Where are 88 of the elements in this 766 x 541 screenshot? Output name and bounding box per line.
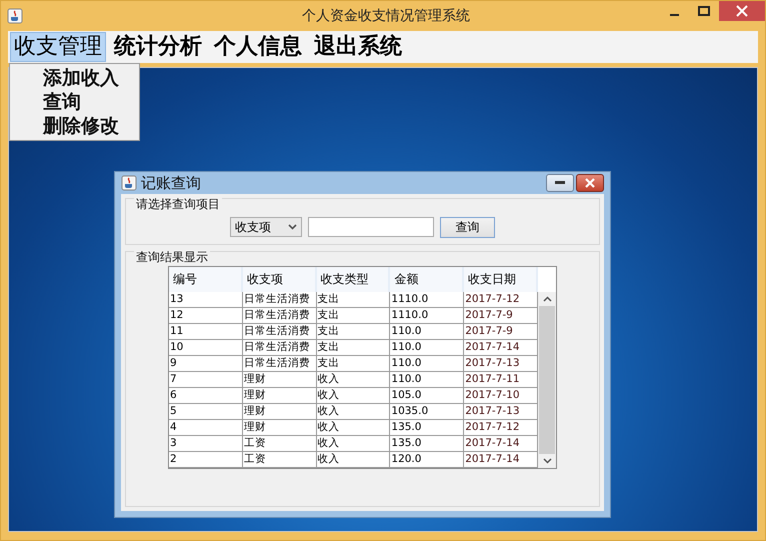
group-title: 请选择查询项目 (134, 196, 222, 213)
table-cell: 2017-7-14 (464, 436, 538, 452)
table-cell: 1035.0 (390, 404, 464, 420)
table-cell: 12 (169, 308, 243, 324)
table-cell: 9 (169, 356, 243, 372)
table-cell: 2017-7-13 (464, 356, 538, 372)
table-cell: 110.0 (390, 372, 464, 388)
table-cell: 1110.0 (390, 292, 464, 308)
table-cell: 理财 (242, 372, 317, 388)
table-cell: 2017-7-9 (464, 308, 538, 324)
table-cell: 日常生活消费 (242, 308, 317, 324)
table-cell: 2017-7-14 (464, 452, 538, 468)
menu-item[interactable]: 个人信息 (210, 32, 306, 62)
table-cell: 1110.0 (390, 308, 464, 324)
close-icon (736, 5, 748, 17)
item-dropdown[interactable]: 收支项 (230, 217, 302, 237)
minimize-icon (555, 181, 565, 185)
search-field[interactable] (308, 217, 434, 237)
minimize-icon (670, 14, 678, 16)
menu-item[interactable]: 删除修改 (43, 114, 139, 138)
menu-item[interactable]: 统计分析 (110, 32, 206, 62)
table-cell: 日常生活消费 (242, 292, 317, 308)
table-cell: 11 (169, 324, 243, 340)
table-cell: 120.0 (390, 452, 464, 468)
dialog-title: 记账查询 (141, 174, 201, 192)
table-cell: 2017-7-12 (464, 292, 538, 308)
table-cell: 4 (169, 420, 243, 436)
table-cell: 135.0 (390, 436, 464, 452)
table-cell: 110.0 (390, 356, 464, 372)
table-cell: 工资 (242, 436, 317, 452)
table-cell: 2017-7-11 (464, 372, 538, 388)
chevron-up-icon (542, 296, 552, 302)
menu-item[interactable]: 收支管理 (10, 32, 106, 62)
table-cell: 110.0 (390, 324, 464, 340)
table-cell: 2017-7-10 (464, 388, 538, 404)
table-cell: 2017-7-12 (464, 420, 538, 436)
table-cell: 2017-7-9 (464, 324, 538, 340)
table-cell: 支出 (316, 324, 390, 340)
table-cell: 理财 (242, 388, 317, 404)
column-header[interactable]: 编号 (169, 267, 243, 292)
table-cell: 10 (169, 340, 243, 356)
close-button[interactable] (719, 1, 765, 21)
menu-item[interactable]: 添加收入 (43, 66, 139, 90)
column-header[interactable]: 收支日期 (464, 267, 538, 292)
table-cell: 理财 (242, 404, 317, 420)
table-cell: 理财 (242, 420, 317, 436)
table-cell: 收入 (316, 420, 390, 436)
maximize-icon (698, 6, 710, 16)
table-cell: 105.0 (390, 388, 464, 404)
window-title: 个人资金收支情况管理系统 (301, 7, 471, 25)
query-button[interactable]: 查询 (440, 217, 495, 238)
table-cell: 收入 (316, 404, 390, 420)
table-cell: 支出 (316, 292, 390, 308)
table-cell: 7 (169, 372, 243, 388)
table-cell: 收入 (316, 388, 390, 404)
close-icon (585, 178, 595, 188)
minimize-button[interactable] (546, 174, 574, 192)
table-cell: 工资 (242, 452, 317, 468)
table-cell: 收入 (316, 452, 390, 468)
table-cell: 135.0 (390, 420, 464, 436)
table-cell: 2017-7-14 (464, 340, 538, 356)
table-cell: 5 (169, 404, 243, 420)
cup-icon (121, 175, 137, 191)
table-cell: 2017-7-13 (464, 404, 538, 420)
table-cell: 收入 (316, 372, 390, 388)
table-cell: 3 (169, 436, 243, 452)
table-cell: 2 (169, 452, 243, 468)
group-title: 查询结果显示 (134, 249, 210, 266)
table-cell: 13 (169, 292, 243, 308)
chevron-down-icon (542, 458, 552, 464)
column-header[interactable]: 收支类型 (316, 267, 390, 292)
table-cell: 6 (169, 388, 243, 404)
column-header[interactable]: 收支项 (242, 267, 317, 292)
chevron-down-icon (288, 224, 297, 230)
menu-item[interactable]: 查询 (43, 90, 139, 114)
table-cell: 日常生活消费 (242, 356, 317, 372)
table-cell: 110.0 (390, 340, 464, 356)
table-cell: 支出 (316, 340, 390, 356)
table-cell: 日常生活消费 (242, 340, 317, 356)
table-cell: 收入 (316, 436, 390, 452)
table-cell: 支出 (316, 356, 390, 372)
column-header[interactable]: 金额 (390, 267, 464, 292)
cup-icon (7, 8, 23, 24)
close-button[interactable] (576, 174, 604, 192)
scrollbar[interactable] (538, 292, 556, 468)
table-cell: 日常生活消费 (242, 324, 317, 340)
menu-item[interactable]: 退出系统 (310, 32, 406, 62)
table-cell: 支出 (316, 308, 390, 324)
